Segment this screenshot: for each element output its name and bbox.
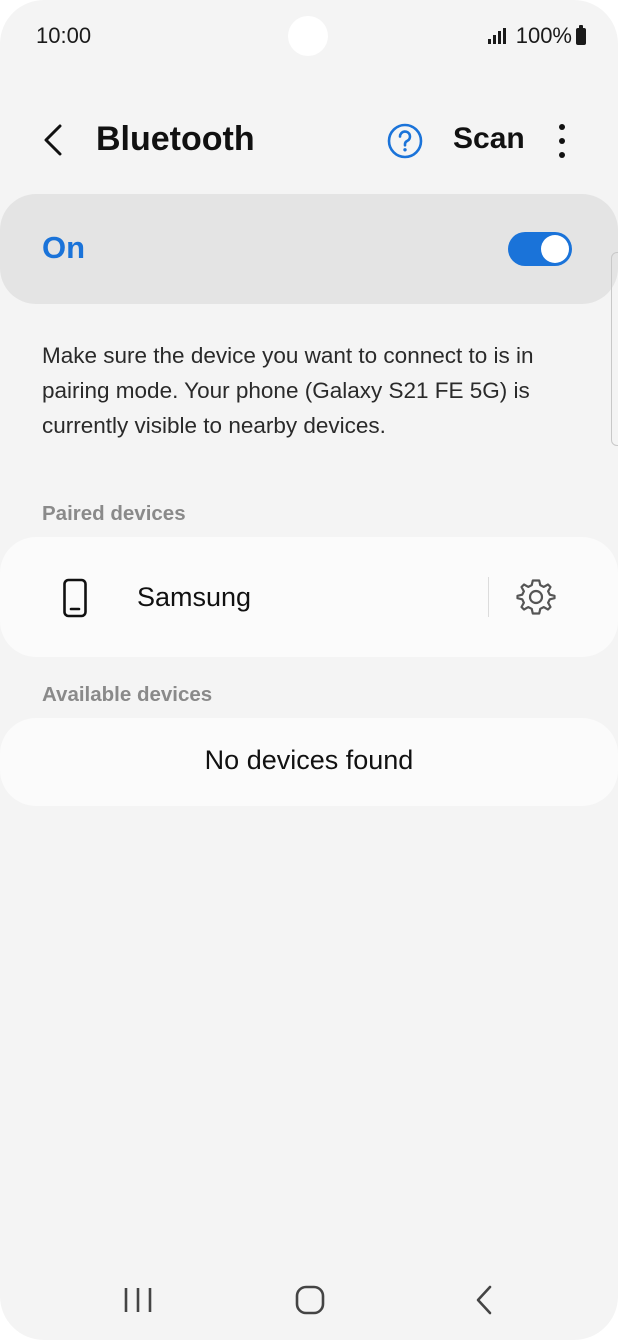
paired-devices-title: Paired devices (42, 502, 186, 525)
toggle-label: On (42, 230, 86, 265)
phone-icon (63, 578, 87, 618)
row-divider (488, 577, 489, 617)
toggle-knob (541, 235, 569, 263)
description-text: Make sure the device you want to connect… (42, 343, 534, 438)
navigation-bar (0, 1262, 618, 1340)
status-time: 10:00 (36, 23, 92, 48)
status-bar: 10:00 100% (0, 0, 618, 72)
battery-icon (576, 24, 586, 45)
battery-percentage: 100% (515, 23, 572, 48)
bluetooth-master-toggle[interactable]: On (0, 194, 618, 304)
no-devices-text: No devices found (204, 745, 414, 775)
home-button[interactable] (280, 1278, 340, 1322)
screen: 10:00 100% Bluetooth Scan On Make sure t… (0, 0, 618, 1340)
more-vertical-icon[interactable] (550, 122, 574, 160)
chevron-left-icon[interactable] (36, 122, 72, 158)
scroll-indicator[interactable] (611, 252, 618, 446)
available-devices-title: Available devices (42, 683, 213, 706)
paired-device-name: Samsung (137, 582, 252, 612)
status-icons: 100% (487, 23, 586, 49)
home-icon (295, 1285, 325, 1315)
signal-icon (487, 28, 508, 44)
back-button[interactable] (454, 1278, 514, 1322)
back-icon (476, 1285, 492, 1315)
device-settings-button[interactable] (508, 569, 564, 625)
question-circle-icon[interactable] (386, 122, 424, 160)
camera-hole (288, 16, 328, 56)
recents-button[interactable] (108, 1278, 168, 1322)
app-header: Bluetooth Scan (0, 100, 618, 180)
scan-button[interactable]: Scan (453, 122, 525, 156)
toggle-switch[interactable] (508, 232, 572, 266)
recents-icon (124, 1288, 152, 1312)
gear-icon (516, 579, 556, 615)
page-title: Bluetooth (96, 120, 255, 158)
